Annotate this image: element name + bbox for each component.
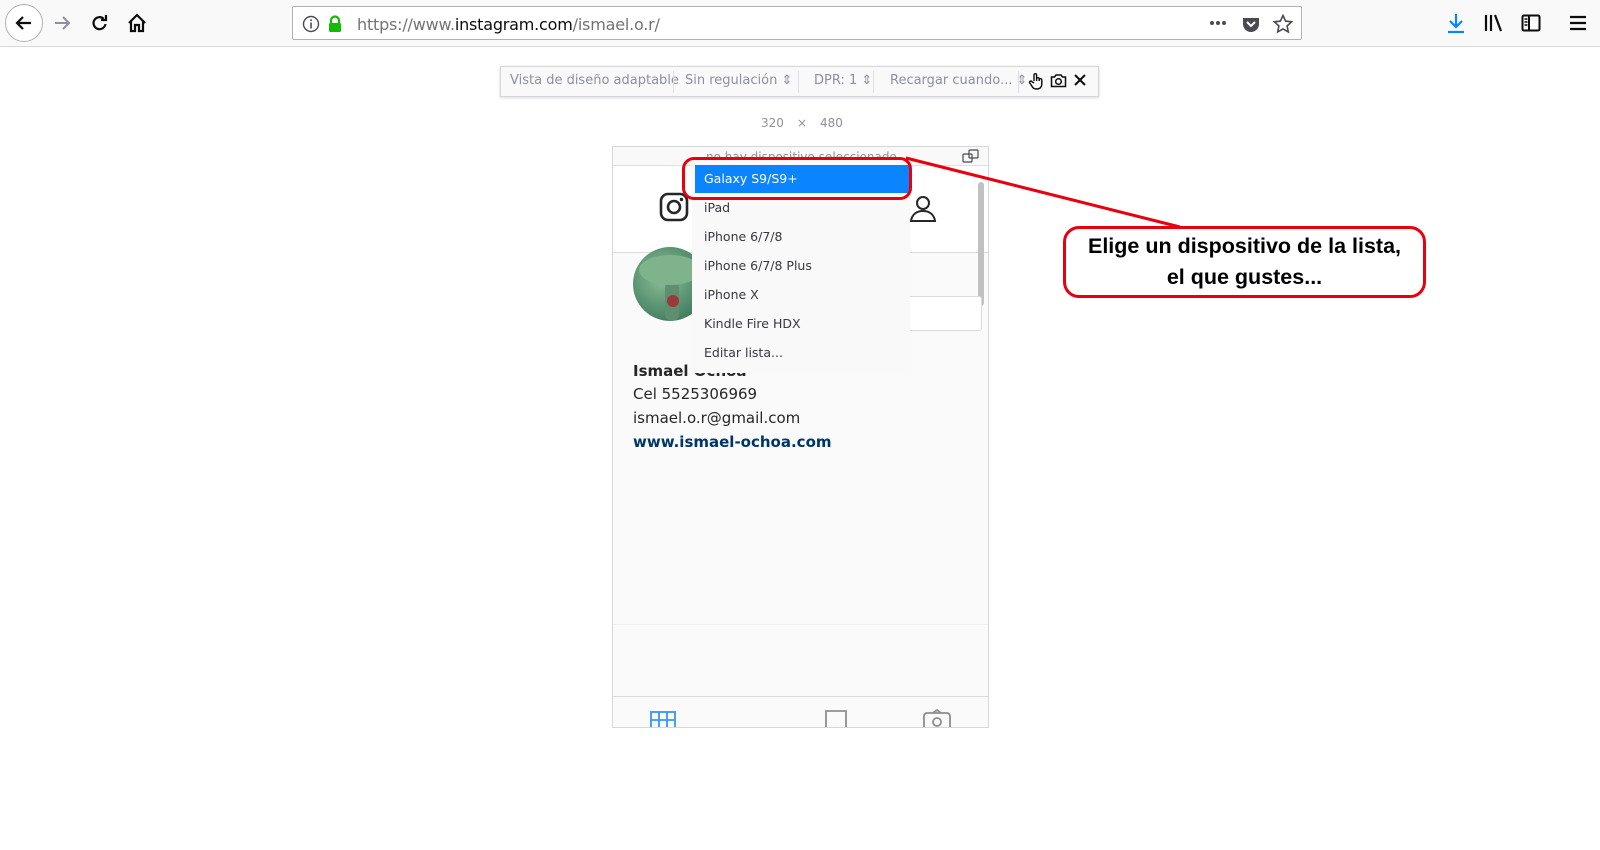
- profile-email: ismael.o.r@gmail.com: [633, 409, 801, 427]
- close-rdm-button[interactable]: [1073, 73, 1087, 91]
- url-path: /ismael.o.r/: [572, 15, 660, 34]
- callout-line-1: Elige un dispositivo de la lista,: [1087, 234, 1401, 258]
- select-arrows-icon: ⇕: [781, 73, 793, 88]
- touch-icon: [1028, 73, 1043, 90]
- sidebar-button[interactable]: [1515, 7, 1547, 39]
- touch-simulation-button[interactable]: [1028, 72, 1044, 94]
- viewport-height[interactable]: 480: [820, 116, 843, 130]
- download-icon: [1448, 14, 1464, 34]
- callout-line-2: el que gustes...: [1166, 265, 1323, 289]
- rdm-separator: [673, 71, 674, 93]
- profile-person-icon[interactable]: [909, 194, 937, 227]
- forward-button[interactable]: [46, 7, 78, 39]
- reload-conditions-select[interactable]: Recargar cuando... ⇕: [890, 73, 1027, 88]
- url-domain: instagram.com: [454, 15, 573, 34]
- reload-button[interactable]: [84, 7, 116, 39]
- sidebar-icon: [1521, 14, 1541, 32]
- menu-button[interactable]: [1562, 7, 1594, 39]
- rotate-icon: [962, 149, 979, 163]
- screenshot-button[interactable]: [1050, 73, 1067, 92]
- arrow-left-icon: [15, 16, 31, 30]
- tagged-person-icon: [923, 709, 951, 727]
- home-button[interactable]: [121, 7, 153, 39]
- device-option[interactable]: iPhone 6/7/8: [692, 223, 910, 251]
- rdm-separator: [1018, 71, 1019, 93]
- instruction-callout: Elige un dispositivo de la lista, el que…: [1063, 226, 1426, 298]
- camera-icon: [1050, 74, 1067, 88]
- dpr-select[interactable]: DPR: 1 ⇕: [814, 73, 872, 88]
- star-icon[interactable]: [1273, 14, 1293, 34]
- throttling-label: Sin regulación: [685, 73, 778, 88]
- tab-tagged[interactable]: [922, 709, 952, 727]
- grid-icon: [650, 711, 676, 727]
- device-option[interactable]: iPhone 6/7/8 Plus: [692, 252, 910, 280]
- tab-saved[interactable]: [821, 709, 851, 727]
- dpr-label: DPR: 1: [814, 73, 858, 88]
- throttling-select[interactable]: Sin regulación ⇕: [685, 73, 792, 88]
- url-text[interactable]: https://www.instagram.com/ismael.o.r/: [357, 15, 660, 34]
- back-button[interactable]: [5, 4, 43, 42]
- url-prefix: https://www.: [357, 15, 455, 34]
- info-icon[interactable]: [301, 14, 321, 34]
- pocket-icon[interactable]: [1241, 14, 1261, 34]
- close-icon: [1074, 74, 1086, 86]
- profile-tabs: [613, 696, 988, 727]
- responsive-design-toolbar: Vista de diseño adaptable Sin regulación…: [500, 66, 1099, 97]
- highlight-box: [682, 157, 912, 200]
- arrow-right-icon: [55, 16, 71, 30]
- profile-phone: Cel 5525306969: [633, 385, 758, 403]
- rdm-separator: [798, 71, 799, 93]
- divider: [613, 624, 988, 625]
- library-button[interactable]: [1478, 7, 1510, 39]
- url-bar[interactable]: https://www.instagram.com/ismael.o.r/: [292, 6, 1302, 40]
- hamburger-menu-icon: [1570, 15, 1586, 31]
- tab-grid[interactable]: [648, 709, 678, 727]
- rdm-title: Vista de diseño adaptable: [510, 73, 679, 88]
- rdm-separator: [873, 71, 874, 93]
- ellipsis-icon[interactable]: [1208, 13, 1228, 33]
- download-button[interactable]: [1440, 7, 1472, 39]
- instagram-logo-icon[interactable]: [659, 192, 689, 227]
- profile-website-link[interactable]: www.ismael-ochoa.com: [633, 433, 832, 451]
- browser-toolbar: https://www.instagram.com/ismael.o.r/: [0, 0, 1600, 47]
- dimension-separator: ×: [797, 116, 808, 130]
- edit-profile-button[interactable]: [906, 296, 982, 331]
- device-option[interactable]: Kindle Fire HDX: [692, 310, 910, 338]
- viewport-width[interactable]: 320: [761, 116, 784, 130]
- reload-icon: [92, 15, 108, 31]
- lock-icon[interactable]: [325, 14, 345, 34]
- select-arrows-icon: ⇕: [861, 73, 873, 88]
- edit-list-option[interactable]: Editar lista...: [692, 339, 910, 367]
- home-icon: [128, 13, 146, 33]
- bookmark-icon: [825, 710, 847, 727]
- library-icon: [1484, 14, 1503, 32]
- scrollbar[interactable]: [978, 182, 984, 306]
- reload-conditions-label: Recargar cuando...: [890, 73, 1013, 88]
- device-option[interactable]: iPhone X: [692, 281, 910, 309]
